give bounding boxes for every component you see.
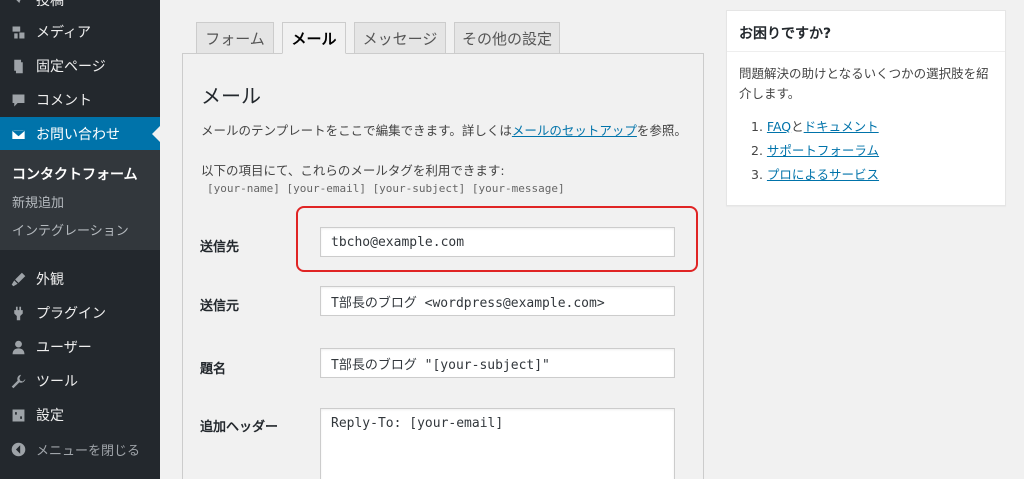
help-divider <box>727 51 1005 52</box>
tab-messages[interactable]: メッセージ <box>354 22 446 54</box>
help-item-3: 3. プロによるサービス <box>751 164 879 183</box>
menu-item-comments[interactable]: コメント <box>0 83 160 117</box>
comment-icon <box>0 92 36 109</box>
menu-item-plugins[interactable]: プラグイン <box>0 296 160 330</box>
menu-item-contact[interactable]: お問い合わせ <box>0 117 160 151</box>
support-forum-link[interactable]: サポートフォーラム <box>767 143 879 158</box>
help-item-joiner: と <box>791 119 804 134</box>
submenu-integration[interactable]: インテグレーション <box>12 220 129 239</box>
additional-headers-textarea[interactable]: Reply-To: [your-email] <box>320 408 675 479</box>
additional-headers-label: 追加ヘッダー <box>200 420 279 435</box>
collapse-menu-button[interactable]: メニューを閉じる <box>0 432 160 466</box>
mail-setup-link[interactable]: メールのセットアップ <box>512 123 637 138</box>
professional-services-link[interactable]: プロによるサービス <box>767 167 879 182</box>
documentation-link[interactable]: ドキュメント <box>804 119 879 134</box>
panel-description: メールのテンプレートをここで編集できます。詳しくはメールのセットアップを参照。 <box>201 122 701 139</box>
subject-label: 題名 <box>200 362 227 377</box>
tab-form[interactable]: フォーム <box>196 22 274 54</box>
contact-submenu: コンタクトフォーム 新規追加 インテグレーション <box>0 150 160 250</box>
to-label: 送信先 <box>200 240 240 255</box>
submenu-contact-forms[interactable]: コンタクトフォーム <box>12 164 138 184</box>
plugin-icon <box>0 305 36 322</box>
brush-icon <box>0 271 36 288</box>
wrench-icon <box>0 373 36 390</box>
menu-item-media[interactable]: メディア <box>0 15 160 49</box>
submenu-add-new[interactable]: 新規追加 <box>12 192 64 211</box>
menu-item-appearance[interactable]: 外観 <box>0 262 160 296</box>
highlight-annotation <box>296 206 698 272</box>
tab-mail[interactable]: メール <box>282 22 346 54</box>
from-field[interactable]: T部長のブログ <wordpress@example.com> <box>320 286 675 316</box>
menu-item-users[interactable]: ユーザー <box>0 330 160 364</box>
media-icon <box>0 24 36 41</box>
panel-desc-text: メールのテンプレートをここで編集できます。詳しくは <box>201 123 512 138</box>
help-title: お困りですか? <box>739 26 832 42</box>
menu-item-pages[interactable]: 固定ページ <box>0 49 160 83</box>
subject-field[interactable]: T部長のブログ "[your-subject]" <box>320 348 675 378</box>
pin-icon <box>0 0 36 9</box>
panel-title: メール <box>201 84 261 108</box>
help-description: 問題解決の助けとなるいくつかの選択肢を紹介します。 <box>739 66 989 101</box>
help-item-1: 1. FAQとドキュメント <box>751 116 879 135</box>
from-label: 送信元 <box>200 299 240 314</box>
help-item-number: 3. <box>751 167 763 182</box>
panel-desc-suffix: を参照。 <box>636 123 687 138</box>
menu-item-settings[interactable]: 設定 <box>0 398 160 432</box>
admin-sidebar: 投稿 メディア 固定ページ コメント お問い合わせ コンタクトフォーム 新規追加… <box>0 0 160 479</box>
mail-tags-list: [your-name] [your-email] [your-subject] … <box>207 182 565 195</box>
help-item-2: 2. サポートフォーラム <box>751 140 879 159</box>
help-item-number: 1. <box>751 119 763 134</box>
help-box: お困りですか? 問題解決の助けとなるいくつかの選択肢を紹介します。 1. FAQ… <box>726 10 1006 206</box>
collapse-icon <box>0 441 36 458</box>
tab-additional-settings[interactable]: その他の設定 <box>454 22 560 54</box>
help-item-number: 2. <box>751 143 763 158</box>
user-icon <box>0 339 36 356</box>
menu-item-tools[interactable]: ツール <box>0 364 160 398</box>
settings-icon <box>0 407 36 424</box>
mail-icon <box>0 126 36 143</box>
page-icon <box>0 58 36 75</box>
mail-tags-description: 以下の項目にて、これらのメールタグを利用できます: <box>201 163 505 178</box>
faq-link[interactable]: FAQ <box>767 119 791 134</box>
